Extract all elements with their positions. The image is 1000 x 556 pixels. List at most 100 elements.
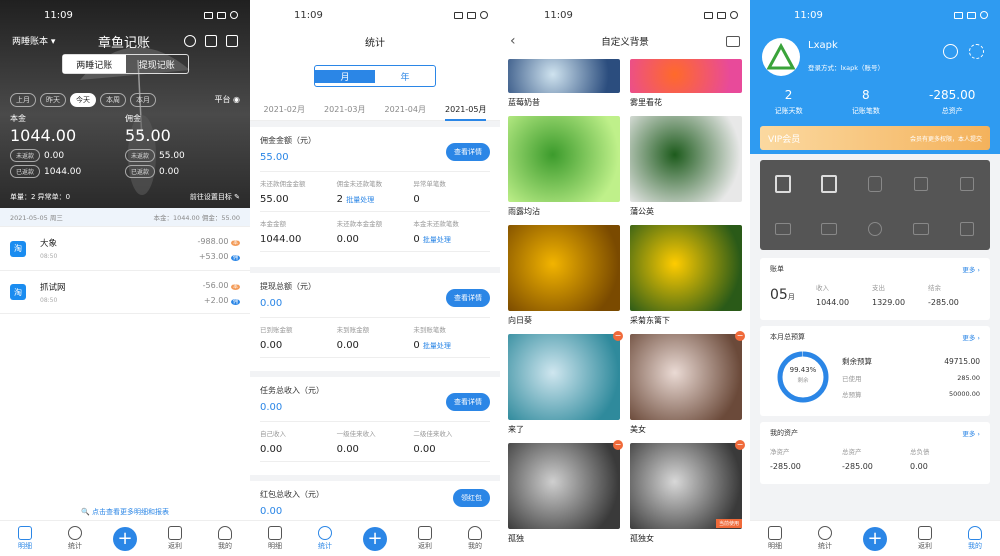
background-option[interactable]: 雾里看花 (630, 59, 742, 116)
pie-icon (818, 526, 832, 540)
list-item[interactable]: 淘 大象 08:50 -988.00 本 +53.00 佣 (0, 226, 250, 270)
tab-detail[interactable]: 明细 (755, 526, 795, 551)
lock-icon[interactable] (960, 176, 974, 191)
bottom-tabbar: 明细 统计 + 返利 我的 (0, 520, 250, 556)
background-option[interactable]: 采菊东篱下 (630, 225, 742, 334)
tab-mine[interactable]: 我的 (955, 526, 995, 551)
background-option[interactable]: − 孤独 (508, 440, 623, 552)
doc-icon[interactable] (775, 174, 791, 193)
settings-icon[interactable] (969, 44, 984, 59)
period-yesterday[interactable]: 昨天 (40, 93, 66, 107)
view-detail-button[interactable]: 查看详情 (446, 393, 490, 411)
stat-value: 0.00 (44, 150, 65, 161)
red-packet-section: 红包总收入（元） 0.00 领红包 (250, 481, 500, 517)
month-tab[interactable]: 2021-04月 (385, 104, 426, 115)
bag-icon[interactable] (868, 175, 882, 192)
remove-icon[interactable]: − (613, 440, 623, 450)
bill-label: 收入 (816, 284, 829, 292)
assets-card[interactable]: 我的资产 更多 › 净资产 -285.00 总资产 -285.00 总负债 0.00 (760, 422, 990, 484)
tab-rebate[interactable]: 返利 (905, 526, 945, 551)
tab-month[interactable]: 月 (315, 69, 375, 83)
stat-cell: 已到账金额 0.00 (260, 318, 337, 358)
batch-process-link[interactable]: 批量处理 (346, 196, 374, 204)
tab-detail[interactable]: 明细 (5, 526, 45, 551)
tab-mine[interactable]: 我的 (455, 526, 495, 551)
bill-card[interactable]: 账单 更多 › 05月 收入 1044.00 支出 1329.00 结余 -285.00 (760, 258, 990, 320)
calculator-icon[interactable] (205, 34, 217, 47)
background-option[interactable]: 蓝莓奶昔 (508, 59, 620, 116)
view-detail-button[interactable]: 查看详情 (446, 289, 490, 307)
tab-stats[interactable]: 统计 (805, 526, 845, 551)
remove-icon[interactable]: − (613, 331, 623, 341)
period-week[interactable]: 本周 (100, 93, 126, 107)
batch-process-link[interactable]: 批量处理 (423, 342, 451, 350)
bill-month: 05月 (770, 286, 795, 303)
tab-detail[interactable]: 明细 (255, 526, 295, 551)
commission-value: 55.00 (125, 126, 171, 145)
more-link[interactable]: 更多 › (962, 428, 980, 438)
background-option[interactable]: 向日葵 (508, 225, 620, 334)
set-goal-link[interactable]: 前往设置目标 ✎ (190, 192, 240, 202)
period-today[interactable]: 今天 (70, 93, 96, 107)
book-icon[interactable] (960, 221, 974, 236)
background-option[interactable]: 蒲公英 (630, 116, 742, 225)
period-last-month[interactable]: 上月 (10, 93, 36, 107)
stat-value: 2 (784, 88, 793, 102)
more-link[interactable]: 更多 › (962, 264, 980, 274)
red-packet-button[interactable]: 领红包 (453, 489, 490, 507)
settings-icon[interactable] (184, 34, 196, 47)
back-icon[interactable]: ‹ (510, 33, 516, 49)
remove-icon[interactable]: − (735, 440, 745, 450)
card-icon[interactable] (913, 222, 929, 235)
background-caption: 雨露均沾 (508, 207, 540, 216)
photo-grid: 蓝莓奶昔 雾里看花雨露均沾 蒲公英 向日葵 采菊东篱下 − 来了 − 美女 − 孤独 − 当前使用 孤独女 (500, 59, 750, 552)
background-option[interactable]: − 当前使用 孤独女 (630, 440, 745, 552)
stat-cell: 未还款佣金金额 55.00 (260, 172, 337, 212)
calendar-icon[interactable] (226, 34, 238, 47)
more-link[interactable]: 更多 › (962, 332, 980, 342)
month-tab-active[interactable]: 2021-05月 (445, 104, 487, 121)
tab-stats[interactable]: 统计 (55, 526, 95, 551)
page-title: 统计 (365, 38, 385, 49)
budget-card[interactable]: 本月总预算 更多 › 99.43% 剩余 剩余预算 49715.00 已使用 285.0… (760, 326, 990, 416)
tab-stats[interactable]: 统计 (305, 526, 345, 551)
nav-bar: ‹ 自定义背景 (500, 30, 750, 52)
period-month[interactable]: 本月 (130, 93, 156, 107)
message-icon[interactable] (943, 44, 958, 59)
inbox-icon[interactable] (821, 222, 837, 235)
avatar[interactable] (762, 38, 800, 76)
view-detail-button[interactable]: 查看详情 (446, 143, 490, 161)
rebate-icon (168, 526, 182, 540)
tab-mine[interactable]: 我的 (205, 526, 245, 551)
asset-label: 总负债 (910, 448, 930, 456)
month-tabs: 2021-02月 2021-03月 2021-04月 2021-05月 (250, 99, 500, 121)
tab-add[interactable]: + (355, 526, 395, 551)
platform-filter[interactable]: 平台 ◉ (214, 94, 240, 105)
tab-add[interactable]: + (855, 526, 895, 551)
month-tab[interactable]: 2021-03月 (324, 104, 365, 115)
budget-value: 285.00 (957, 374, 980, 382)
receipt-icon[interactable] (821, 174, 837, 193)
book-selector[interactable]: 两睡账本 ▾ (12, 34, 55, 47)
batch-process-link[interactable]: 批量处理 (423, 236, 451, 244)
background-option[interactable]: 雨露均沾 (508, 116, 620, 225)
mail-icon[interactable] (775, 222, 791, 235)
withdraw-section: 提现总额（元） 0.00 查看详情 已到账金额 0.00 未到账金额 0.00 未到… (250, 273, 500, 377)
tab-withdraw-record[interactable]: 提现记账 (126, 55, 189, 73)
tab-rebate[interactable]: 返利 (405, 526, 445, 551)
remove-icon[interactable]: − (735, 331, 745, 341)
view-more-link[interactable]: 🔍 点击查看更多明细和报表 (0, 507, 250, 517)
tab-rebate[interactable]: 返利 (155, 526, 195, 551)
principal-badge: 本 (230, 240, 240, 246)
gift-icon[interactable] (868, 221, 882, 236)
camera-icon[interactable] (726, 35, 740, 47)
list-item[interactable]: 淘 抓试网 08:50 -56.00 本 +2.00 佣 (0, 270, 250, 314)
tab-add[interactable]: + (105, 526, 145, 551)
box-icon[interactable] (914, 176, 928, 191)
vip-banner[interactable]: VIP会员 会员有更多权限，本人提交 (760, 126, 990, 150)
tab-year[interactable]: 年 (375, 70, 435, 83)
month-tab[interactable]: 2021-02月 (264, 104, 305, 115)
background-option[interactable]: − 来了 (508, 331, 623, 443)
background-option[interactable]: − 美女 (630, 331, 745, 443)
tab-two-sleep-record[interactable]: 两睡记账 (63, 55, 126, 73)
